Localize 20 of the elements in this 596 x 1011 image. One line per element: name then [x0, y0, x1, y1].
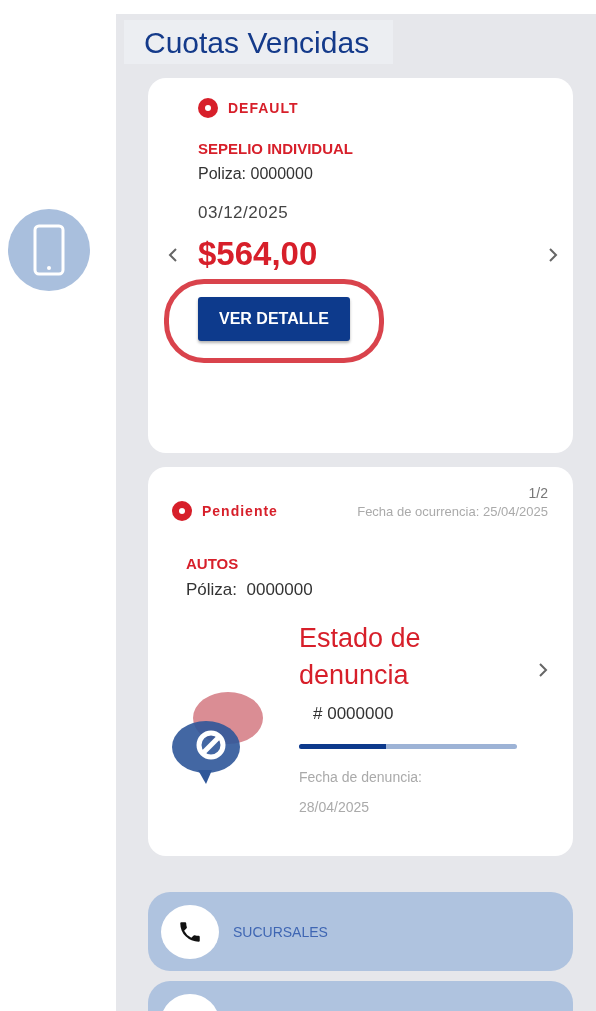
detail-button[interactable]: VER DETALLE: [198, 297, 350, 341]
status-label: Pendiente: [202, 503, 278, 519]
report-date-label: Fecha de denuncia:: [299, 769, 423, 785]
policy-number: Póliza: 0000000: [186, 580, 314, 600]
claim-title: Estado de denuncia: [299, 622, 422, 692]
product-name: AUTOS: [186, 555, 240, 572]
status-label: DEFAULT: [228, 100, 299, 116]
amount: $564,00: [198, 235, 318, 273]
occurrence-date: Fecha de ocurrencia: 25/04/2025: [357, 503, 548, 519]
smartphone-icon: [8, 209, 90, 291]
chevron-left-icon[interactable]: [168, 247, 178, 263]
page-indicator: 1/2: [528, 485, 548, 501]
policy-number: Poliza: 0000000: [198, 165, 313, 183]
page-title: Cuotas Vencidas: [124, 20, 394, 64]
claim-number: # 0000000: [313, 704, 395, 724]
due-date: 03/12/2025: [198, 203, 289, 223]
report-date: 28/04/2025: [299, 799, 371, 815]
chevron-right-icon[interactable]: [548, 247, 558, 263]
product-name: SEPELIO INDIVIDUAL: [198, 140, 354, 157]
chevron-right-icon[interactable]: [538, 662, 548, 678]
